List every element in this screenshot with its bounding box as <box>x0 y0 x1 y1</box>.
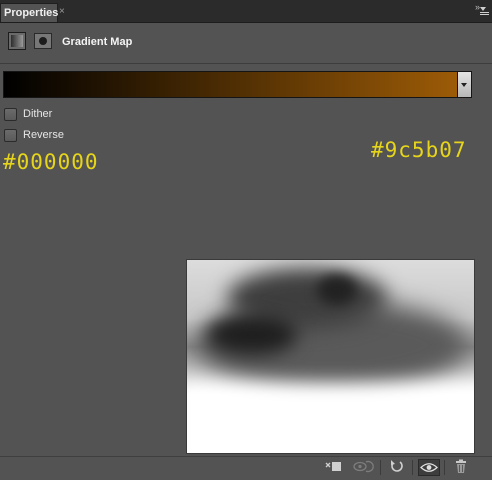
image-preview <box>186 259 475 454</box>
gradient-map-adjustment-icon[interactable] <box>8 32 26 50</box>
trash-icon[interactable] <box>450 459 472 476</box>
layer-mask-icon[interactable] <box>34 33 52 49</box>
collapse-icon[interactable]: » <box>475 2 480 12</box>
panel-header: Gradient Map <box>0 23 492 64</box>
panel-footer <box>0 456 492 478</box>
reverse-label: Reverse <box>23 129 64 141</box>
dither-label: Dither <box>23 108 53 120</box>
tab-close-icon[interactable]: × <box>59 6 65 17</box>
end-color-hex-annotation: #9c5b07 <box>371 138 467 162</box>
reverse-checkbox[interactable] <box>4 129 17 142</box>
gradient-preview-bar[interactable] <box>3 71 458 98</box>
view-previous-state-icon[interactable] <box>352 459 374 476</box>
panel-menu-icon[interactable] <box>480 7 490 17</box>
gradient-picker-dropdown[interactable] <box>458 71 472 98</box>
tab-properties[interactable]: Properties <box>0 3 58 22</box>
panel-tab-bar: Properties × » <box>0 0 492 23</box>
reset-icon[interactable] <box>386 459 408 476</box>
clip-to-layer-icon[interactable] <box>322 459 344 476</box>
chevron-down-icon <box>461 83 467 87</box>
dither-checkbox[interactable] <box>4 108 17 121</box>
eye-icon[interactable] <box>418 459 440 476</box>
start-color-hex-annotation: #000000 <box>3 150 99 174</box>
panel-title: Gradient Map <box>62 36 133 48</box>
